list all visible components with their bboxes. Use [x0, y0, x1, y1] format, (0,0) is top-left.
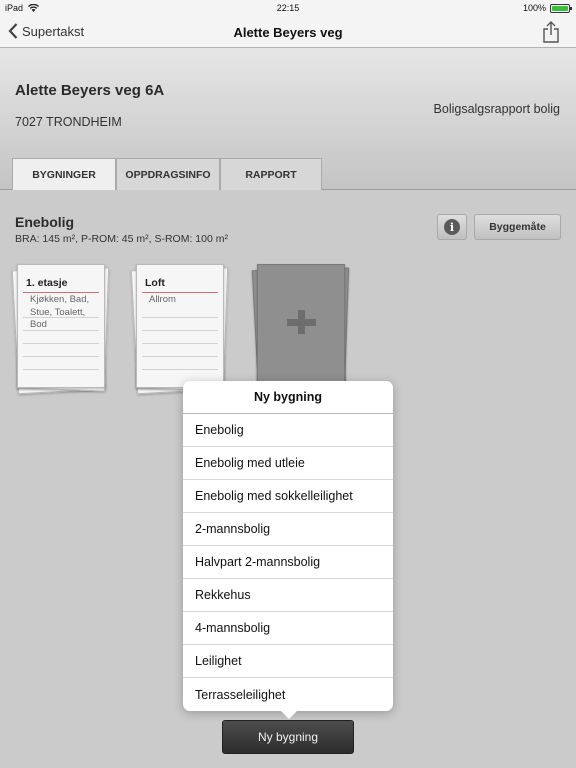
new-building-button[interactable]: Ny bygning	[222, 720, 354, 754]
card-sheet: 1. etasje Kjøkken, Bad, Stue, Toalett, B…	[17, 264, 105, 388]
battery-percent: 100%	[522, 3, 546, 13]
info-button[interactable]: i	[437, 214, 467, 240]
status-bar: iPad 22:15 100%	[0, 0, 576, 16]
battery-icon	[550, 3, 572, 13]
report-type: Boligsalgsrapport bolig	[433, 102, 560, 116]
building-area-info: BRA: 145 m², P-ROM: 45 m², S-ROM: 100 m²	[15, 233, 228, 245]
floor-title: 1. etasje	[26, 277, 68, 289]
building-name: Enebolig	[15, 214, 75, 230]
tab-bar: BYGNINGER OPPDRAGSINFO RAPPORT	[12, 158, 322, 191]
building-type-4-mannsbolig[interactable]: 4-mannsbolig	[183, 612, 393, 645]
floor-card-loft[interactable]: Loft Allrom	[130, 264, 229, 395]
plus-icon	[287, 310, 317, 340]
building-type-halvpart-2-mannsbolig[interactable]: Halvpart 2-mannsbolig	[183, 546, 393, 579]
new-building-popover: Ny bygning Enebolig Enebolig med utleie …	[183, 381, 393, 711]
floor-rooms: Kjøkken, Bad, Stue, Toalett, Bod	[30, 294, 90, 330]
floor-card-1-etasje[interactable]: 1. etasje Kjøkken, Bad, Stue, Toalett, B…	[11, 264, 110, 395]
building-type-enebolig[interactable]: Enebolig	[183, 414, 393, 447]
tab-rapport[interactable]: RAPPORT	[220, 158, 322, 190]
property-postal: 7027 TRONDHEIM	[15, 115, 122, 129]
share-icon[interactable]	[540, 20, 562, 44]
navigation-bar: Supertakst Alette Beyers veg	[0, 16, 576, 48]
building-type-enebolig-med-sokkelleilighet[interactable]: Enebolig med sokkelleilighet	[183, 480, 393, 513]
byggemate-button[interactable]: Byggemåte	[474, 214, 561, 240]
tab-bygninger[interactable]: BYGNINGER	[12, 158, 116, 191]
status-right: 100%	[522, 3, 572, 13]
add-floor-card[interactable]	[251, 264, 350, 395]
popover-arrow	[280, 710, 298, 719]
building-type-enebolig-med-utleie[interactable]: Enebolig med utleie	[183, 447, 393, 480]
building-type-rekkehus[interactable]: Rekkehus	[183, 579, 393, 612]
info-icon: i	[444, 219, 460, 235]
status-time: 22:15	[276, 3, 300, 13]
property-address: Alette Beyers veg 6A	[15, 82, 165, 99]
floor-rooms: Allrom	[149, 294, 176, 305]
building-type-2-mannsbolig[interactable]: 2-mannsbolig	[183, 513, 393, 546]
popover-title: Ny bygning	[183, 381, 393, 414]
property-header: Alette Beyers veg 6A 7027 TRONDHEIM Boli…	[0, 48, 576, 191]
tab-oppdragsinfo[interactable]: OPPDRAGSINFO	[116, 158, 220, 190]
building-type-terrasseleilighet[interactable]: Terrasseleilighet	[183, 678, 393, 711]
battery-fill	[552, 5, 568, 11]
building-type-leilighet[interactable]: Leilighet	[183, 645, 393, 678]
nav-title: Alette Beyers veg	[233, 25, 343, 40]
floor-title: Loft	[145, 277, 165, 289]
card-sheet: Loft Allrom	[136, 264, 224, 388]
card-divider	[142, 292, 218, 293]
card-sheet	[257, 264, 345, 388]
card-lines	[142, 305, 218, 379]
card-divider	[23, 292, 99, 293]
